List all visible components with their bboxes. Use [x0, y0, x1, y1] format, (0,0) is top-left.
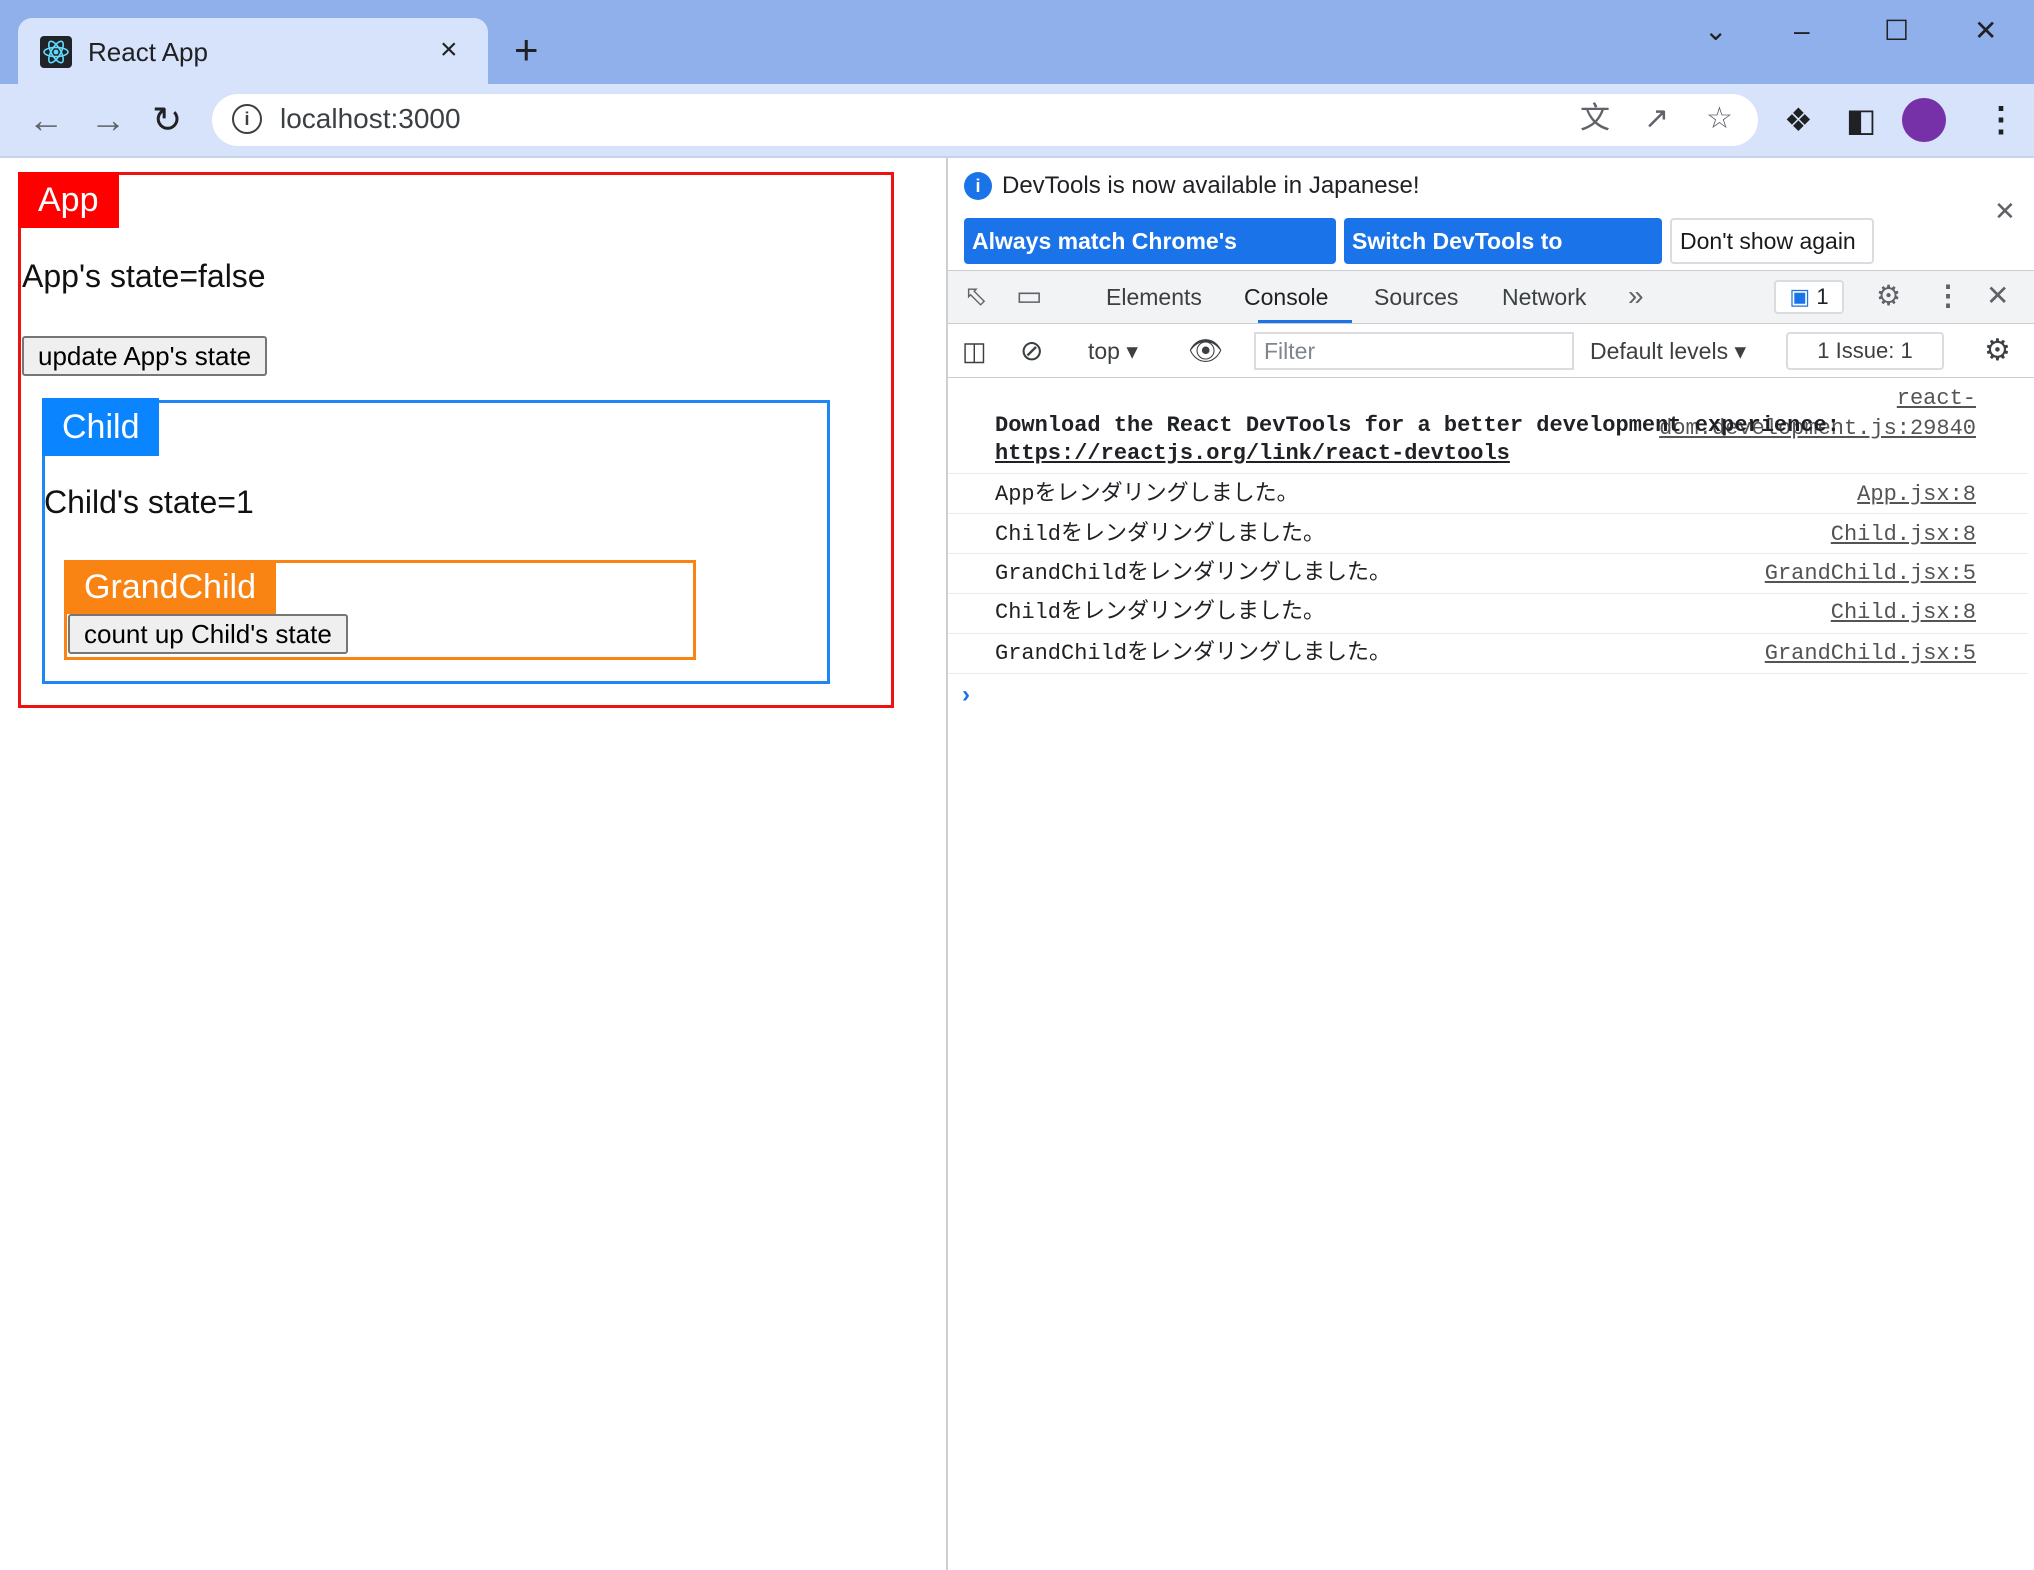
chrome-menu-icon[interactable]: ⋮ [1984, 100, 2018, 140]
tab-search-icon[interactable]: ⌄ [1704, 14, 1727, 48]
url-text[interactable]: localhost:3000 [280, 102, 461, 136]
app-component-label: App [18, 172, 119, 228]
message-text: Childをレンダリングしました。 [995, 522, 1326, 547]
message-source-link[interactable]: GrandChild.jsx:5 [1676, 639, 1976, 669]
new-tab-button[interactable]: + [514, 26, 539, 74]
tab-elements[interactable]: Elements [1106, 280, 1202, 314]
profile-avatar[interactable] [1902, 98, 1946, 142]
log-levels-value: Default levels [1590, 338, 1729, 364]
message-source-link[interactable]: GrandChild.jsx:5 [1676, 559, 1976, 589]
child-component-label: Child [42, 398, 160, 456]
translate-icon[interactable]: 文 [1580, 100, 1610, 138]
close-window-button[interactable]: ✕ [1974, 14, 1997, 48]
update-app-state-button[interactable]: update App's state [22, 336, 268, 376]
context-value: top [1088, 338, 1120, 364]
app-state-text: App's state=false [22, 258, 266, 294]
message-body: Download the React DevTools for a better… [995, 413, 1840, 438]
tab-network[interactable]: Network [1502, 280, 1586, 314]
issues-badge[interactable]: ▣ 1 [1774, 280, 1844, 314]
device-toolbar-icon[interactable]: ▭ [1016, 278, 1042, 314]
grandchild-component-label: GrandChild [64, 560, 276, 614]
message-text: Appをレンダリングしました。 [995, 482, 1299, 507]
message-source-link[interactable]: Child.jsx:8 [1676, 598, 1976, 628]
inspect-element-icon[interactable]: ⬁ [964, 278, 987, 314]
devtools-menu-icon[interactable]: ⋮ [1934, 278, 1962, 314]
message-text: Childをレンダリングしました。 [995, 600, 1326, 625]
issue-counter-button[interactable]: 1 Issue: 1 [1786, 332, 1944, 370]
reload-icon[interactable]: ↻ [152, 96, 182, 144]
console-prompt-chevron-icon[interactable]: › [962, 680, 970, 710]
always-match-language-button[interactable]: Always match Chrome's language [964, 218, 1336, 300]
child-state-text: Child's state=1 [44, 484, 254, 520]
console-filter-input[interactable]: Filter [1254, 332, 1574, 370]
message-source-link[interactable]: App.jsx:8 [1676, 480, 1976, 510]
forward-arrow-icon[interactable]: → [90, 96, 126, 144]
issues-count: 1 [1816, 284, 1829, 309]
tab-close-icon[interactable]: × [440, 32, 458, 68]
sidebar-toggle-icon[interactable]: ◫ [962, 334, 987, 368]
message-text: GrandChildをレンダリングしました。 [995, 641, 1392, 666]
more-tabs-chevron-icon[interactable]: » [1628, 278, 1644, 314]
close-devtools-icon[interactable]: ✕ [1986, 278, 2009, 314]
switch-to-japanese-button[interactable]: Switch DevTools to Japanese [1344, 218, 1662, 300]
message-text: GrandChildをレンダリングしました。 [995, 561, 1392, 586]
settings-gear-icon[interactable]: ⚙ [1876, 278, 1901, 314]
site-info-icon[interactable]: i [232, 104, 262, 134]
react-favicon-icon [40, 36, 72, 68]
maximize-button[interactable]: ☐ [1884, 14, 1909, 48]
react-devtools-link[interactable]: https://reactjs.org/link/react-devtools [995, 441, 1510, 466]
minimize-button[interactable]: – [1794, 14, 1810, 48]
console-settings-gear-icon[interactable]: ⚙ [1984, 334, 2011, 368]
tab-title: React App [88, 37, 208, 67]
count-up-child-state-button[interactable]: count up Child's state [68, 614, 348, 654]
clear-console-icon[interactable]: ⊘ [1020, 334, 1043, 368]
side-panel-icon[interactable]: ◧ [1846, 100, 1876, 140]
dont-show-again-button[interactable]: Don't show again [1670, 218, 1874, 264]
info-icon: i [964, 172, 992, 200]
infobar-close-icon[interactable]: ✕ [1994, 196, 2016, 226]
extensions-puzzle-icon[interactable]: ❖ [1784, 100, 1813, 140]
bookmark-star-icon[interactable]: ☆ [1706, 100, 1733, 138]
share-icon[interactable]: ↗ [1644, 100, 1669, 138]
context-selector[interactable]: top ▾ [1088, 334, 1138, 368]
live-expression-eye-icon[interactable]: 👁 [1188, 334, 1224, 368]
tab-sources[interactable]: Sources [1374, 280, 1458, 314]
log-levels-dropdown[interactable]: Default levels ▾ [1590, 334, 1746, 368]
message-text: Download the React DevTools for a better… [995, 412, 1979, 468]
infobar-message: DevTools is now available in Japanese! [1002, 172, 1420, 199]
active-tab-indicator [1258, 320, 1352, 323]
back-arrow-icon[interactable]: ← [28, 96, 64, 144]
tab-console[interactable]: Console [1244, 280, 1328, 314]
message-source-link[interactable]: Child.jsx:8 [1676, 520, 1976, 550]
